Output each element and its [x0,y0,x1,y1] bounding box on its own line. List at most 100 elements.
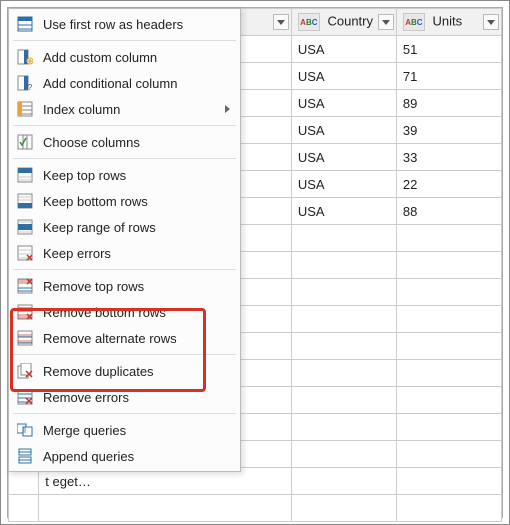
cell[interactable]: USA [291,144,396,171]
cell[interactable] [396,333,501,360]
menu-separator [13,413,236,414]
index-column-icon [15,99,35,119]
menu-label: Keep range of rows [43,220,230,235]
table-context-menu: Use first row as headers Add custom colu… [8,8,241,472]
cell[interactable]: USA [291,90,396,117]
cell[interactable] [291,306,396,333]
add-conditional-column-icon: ? [15,73,35,93]
column-header-units[interactable]: ABC Units [396,9,501,36]
filter-button[interactable] [273,14,289,30]
row-gutter [9,495,39,522]
cell[interactable] [396,414,501,441]
cell[interactable] [291,279,396,306]
menu-remove-bottom-rows[interactable]: Remove bottom rows [9,299,240,325]
menu-keep-top-rows[interactable]: Keep top rows [9,162,240,188]
add-custom-column-icon [15,47,35,67]
menu-label: Index column [43,102,225,117]
menu-label: Keep errors [43,246,230,261]
table-row[interactable] [9,495,502,522]
cell[interactable]: 71 [396,63,501,90]
cell[interactable] [396,306,501,333]
cell[interactable] [291,360,396,387]
submenu-arrow-icon [225,105,230,113]
caret-down-icon [382,20,390,25]
col-label: Country [327,13,373,28]
cell[interactable]: 88 [396,198,501,225]
filter-button[interactable] [483,14,499,30]
caret-down-icon [277,20,285,25]
cell[interactable] [291,252,396,279]
keep-bottom-rows-icon [15,191,35,211]
cell[interactable] [291,468,396,495]
cell[interactable] [396,225,501,252]
cell[interactable] [396,441,501,468]
menu-remove-alternate-rows[interactable]: Remove alternate rows [9,325,240,351]
cell[interactable]: USA [291,36,396,63]
menu-label: Remove top rows [43,279,230,294]
menu-label: Append queries [43,449,230,464]
menu-keep-range-rows[interactable]: Keep range of rows [9,214,240,240]
menu-merge-queries[interactable]: Merge queries [9,417,240,443]
abc-type-icon: ABC [298,13,320,31]
cell[interactable] [291,441,396,468]
cell[interactable] [39,495,292,522]
menu-keep-bottom-rows[interactable]: Keep bottom rows [9,188,240,214]
menu-index-column[interactable]: Index column [9,96,240,122]
cell[interactable]: 33 [396,144,501,171]
cell[interactable] [291,225,396,252]
cell[interactable]: 22 [396,171,501,198]
menu-separator [13,125,236,126]
merge-queries-icon [15,420,35,440]
menu-label: Add conditional column [43,76,230,91]
append-queries-icon [15,446,35,466]
menu-separator [13,269,236,270]
menu-add-custom-column[interactable]: Add custom column [9,44,240,70]
menu-separator [13,158,236,159]
menu-label: Remove errors [43,390,230,405]
cell[interactable] [396,279,501,306]
cell[interactable] [396,387,501,414]
menu-label: Choose columns [43,135,230,150]
menu-label: Keep top rows [43,168,230,183]
remove-errors-icon [15,387,35,407]
column-header-country[interactable]: ABC Country [291,9,396,36]
cell[interactable] [396,252,501,279]
cell[interactable]: 39 [396,117,501,144]
menu-use-first-row-headers[interactable]: Use first row as headers [9,11,240,37]
menu-remove-errors[interactable]: Remove errors [9,384,240,410]
abc-type-icon: ABC [403,13,425,31]
menu-label: Merge queries [43,423,230,438]
menu-label: Remove alternate rows [43,331,230,346]
cell[interactable] [291,495,396,522]
cell[interactable] [396,360,501,387]
remove-alternate-rows-icon [15,328,35,348]
cell[interactable] [291,387,396,414]
cell[interactable] [291,414,396,441]
menu-remove-duplicates[interactable]: Remove duplicates [9,358,240,384]
caret-down-icon [487,20,495,25]
cell[interactable]: 51 [396,36,501,63]
cell[interactable]: 89 [396,90,501,117]
filter-button[interactable] [378,14,394,30]
menu-keep-errors[interactable]: Keep errors [9,240,240,266]
menu-choose-columns[interactable]: Choose columns [9,129,240,155]
remove-duplicates-icon [15,361,35,381]
menu-add-conditional-column[interactable]: ? Add conditional column [9,70,240,96]
menu-label: Remove duplicates [43,364,230,379]
keep-top-rows-icon [15,165,35,185]
remove-top-rows-icon [15,276,35,296]
cell[interactable] [291,333,396,360]
remove-bottom-rows-icon [15,302,35,322]
menu-remove-top-rows[interactable]: Remove top rows [9,273,240,299]
cell[interactable] [396,468,501,495]
cell[interactable]: USA [291,198,396,225]
menu-append-queries[interactable]: Append queries [9,443,240,469]
menu-label: Add custom column [43,50,230,65]
cell[interactable]: USA [291,63,396,90]
cell[interactable] [396,495,501,522]
menu-label: Keep bottom rows [43,194,230,209]
choose-columns-icon [15,132,35,152]
cell[interactable]: USA [291,171,396,198]
cell[interactable]: USA [291,117,396,144]
svg-text:?: ? [28,83,33,91]
